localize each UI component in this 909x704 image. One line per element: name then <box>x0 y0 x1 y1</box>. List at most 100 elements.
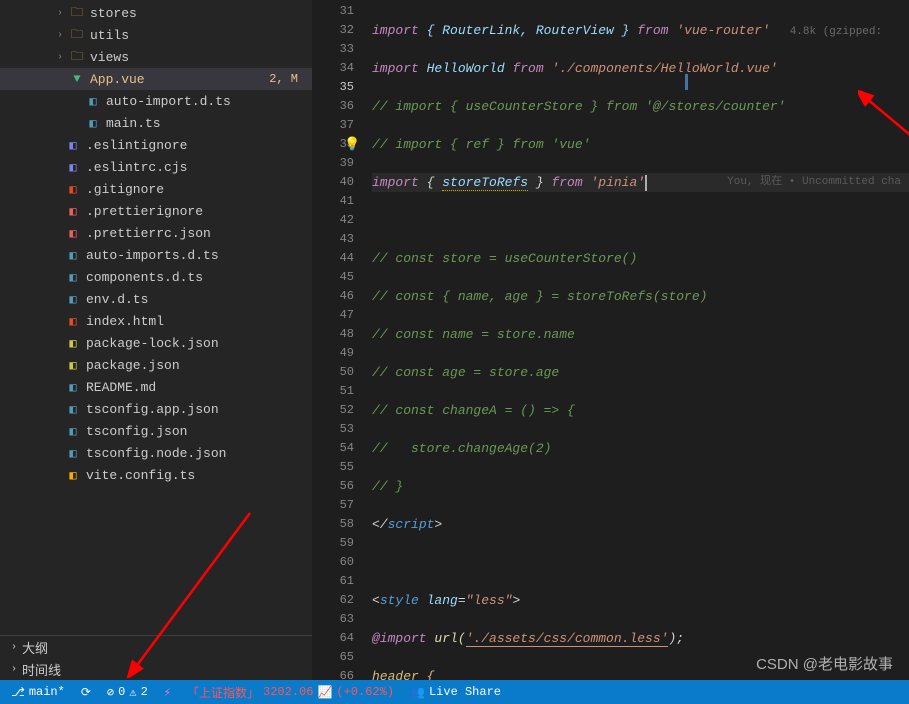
line-number: 53 <box>312 420 354 439</box>
file-item[interactable]: ◧package-lock.json <box>0 332 312 354</box>
chevron-right-icon: › <box>52 8 68 19</box>
file-label: index.html <box>86 314 312 329</box>
file-label: tsconfig.json <box>86 424 312 439</box>
line-number: 36 <box>312 97 354 116</box>
line-number: 37 <box>312 116 354 135</box>
folder-icon: 🗀 <box>68 27 86 43</box>
file-item[interactable]: ◧env.d.ts <box>0 288 312 310</box>
file-item[interactable]: ◧ README.md <box>0 376 312 398</box>
extension-icon[interactable]: ⚡ <box>161 680 174 704</box>
problems[interactable]: ⊘0⚠2 <box>104 680 151 704</box>
timeline-label: 时间线 <box>22 660 61 679</box>
line-number: 64 <box>312 629 354 648</box>
file-icon: ◧ <box>64 203 82 219</box>
file-label: App.vue <box>90 72 269 87</box>
line-number: 34 <box>312 59 354 78</box>
line-number: 66 <box>312 667 354 680</box>
file-item[interactable]: ◧auto-import.d.ts <box>0 90 312 112</box>
file-label: .gitignore <box>86 182 312 197</box>
file-item[interactable]: ◧index.html <box>0 310 312 332</box>
file-icon: ◧ <box>64 379 82 395</box>
folder-label: stores <box>90 6 312 21</box>
git-status-badge: 2, M <box>269 72 298 86</box>
timeline-header[interactable]: ›时间线 <box>0 658 312 680</box>
line-gutter: 3132333435363738394041424344454647484950… <box>312 0 372 680</box>
folder-stores[interactable]: ›🗀 stores <box>0 2 312 24</box>
file-icon: ◧ <box>64 445 82 461</box>
line-number: 48 <box>312 325 354 344</box>
line-number: 56 <box>312 477 354 496</box>
file-label: README.md <box>86 380 312 395</box>
line-number: 40 <box>312 173 354 192</box>
git-blame: You, 现在 • Uncommitted cha <box>727 173 901 192</box>
file-icon: ◧ <box>84 115 102 131</box>
file-explorer: ›🗀stores ›🗀utils ›🗀views ▼App.vue2, M ◧a… <box>0 0 312 680</box>
warning-underline[interactable]: storeToRefs <box>442 175 528 191</box>
file-label: tsconfig.node.json <box>86 446 312 461</box>
file-tree[interactable]: ›🗀stores ›🗀utils ›🗀views ▼App.vue2, M ◧a… <box>0 0 312 635</box>
line-number: 42 <box>312 211 354 230</box>
folder-icon: 🗀 <box>68 5 86 21</box>
file-item[interactable]: ◧.gitignore <box>0 178 312 200</box>
watermark: CSDN @老电影故事 <box>756 653 893 674</box>
file-item[interactable]: ◧ .prettierignore <box>0 200 312 222</box>
git-branch[interactable]: ⎇main* <box>8 680 68 704</box>
file-label: auto-imports.d.ts <box>86 248 312 263</box>
branch-icon: ⎇ <box>11 685 25 700</box>
file-item[interactable]: ◧ auto-imports.d.ts <box>0 244 312 266</box>
lightbulb-icon[interactable]: 💡 <box>344 135 360 154</box>
code-content[interactable]: import { RouterLink, RouterView } from '… <box>372 0 909 680</box>
file-item[interactable]: ◧package.json <box>0 354 312 376</box>
folder-views[interactable]: ›🗀views <box>0 46 312 68</box>
file-label: main.ts <box>106 116 312 131</box>
file-label: components.d.ts <box>86 270 312 285</box>
file-label: .eslintignore <box>86 138 312 153</box>
file-label: package.json <box>86 358 312 373</box>
line-number: 54 <box>312 439 354 458</box>
outline-header[interactable]: ›大纲 <box>0 636 312 658</box>
line-number: 33 <box>312 40 354 59</box>
file-label: package-lock.json <box>86 336 312 351</box>
line-number: 50 <box>312 363 354 382</box>
line-number: 61 <box>312 572 354 591</box>
file-icon: ◧ <box>84 93 102 109</box>
line-number: 51 <box>312 382 354 401</box>
line-number: 57 <box>312 496 354 515</box>
line-number: 39 <box>312 154 354 173</box>
folder-utils[interactable]: ›🗀utils <box>0 24 312 46</box>
file-item[interactable]: ◧tsconfig.json <box>0 420 312 442</box>
file-label: env.d.ts <box>86 292 312 307</box>
file-item[interactable]: ◧.eslintrc.cjs <box>0 156 312 178</box>
folder-label: views <box>90 50 312 65</box>
file-icon: ◧ <box>64 467 82 483</box>
outline-label: 大纲 <box>22 638 48 657</box>
file-item[interactable]: ◧ tsconfig.node.json <box>0 442 312 464</box>
file-item[interactable]: ◧ tsconfig.app.json <box>0 398 312 420</box>
line-number: 41 <box>312 192 354 211</box>
file-item[interactable]: ◧.prettierrc.json <box>0 222 312 244</box>
file-icon: ◧ <box>64 401 82 417</box>
chevron-right-icon: › <box>6 642 22 653</box>
sync-icon: ⟳ <box>81 685 91 700</box>
code-editor[interactable]: 3132333435363738394041424344454647484950… <box>312 0 909 680</box>
file-app-vue[interactable]: ▼App.vue2, M <box>0 68 312 90</box>
file-item[interactable]: ◧.eslintignore <box>0 134 312 156</box>
file-item[interactable]: ◧ main.ts <box>0 112 312 134</box>
file-item[interactable]: ◧ components.d.ts <box>0 266 312 288</box>
cursor <box>645 175 647 191</box>
file-icon: ◧ <box>64 247 82 263</box>
error-icon: ⊘ <box>107 685 114 700</box>
line-number: 59 <box>312 534 354 553</box>
file-icon: ◧ <box>64 269 82 285</box>
line-number: 31 <box>312 2 354 21</box>
stock-ticker[interactable]: 「上证指数」 3202.06 📈 (+0.62%) <box>184 680 397 704</box>
liveshare-icon: 👥 <box>410 685 425 700</box>
outline-panel: ›大纲 ›时间线 <box>0 635 312 680</box>
live-share[interactable]: 👥Live Share <box>407 680 504 704</box>
line-number: 62 <box>312 591 354 610</box>
sync-button[interactable]: ⟳ <box>78 680 94 704</box>
folder-icon: 🗀 <box>68 49 86 65</box>
file-label: .prettierignore <box>86 204 312 219</box>
file-item[interactable]: ◧vite.config.ts <box>0 464 312 486</box>
file-label: tsconfig.app.json <box>86 402 312 417</box>
